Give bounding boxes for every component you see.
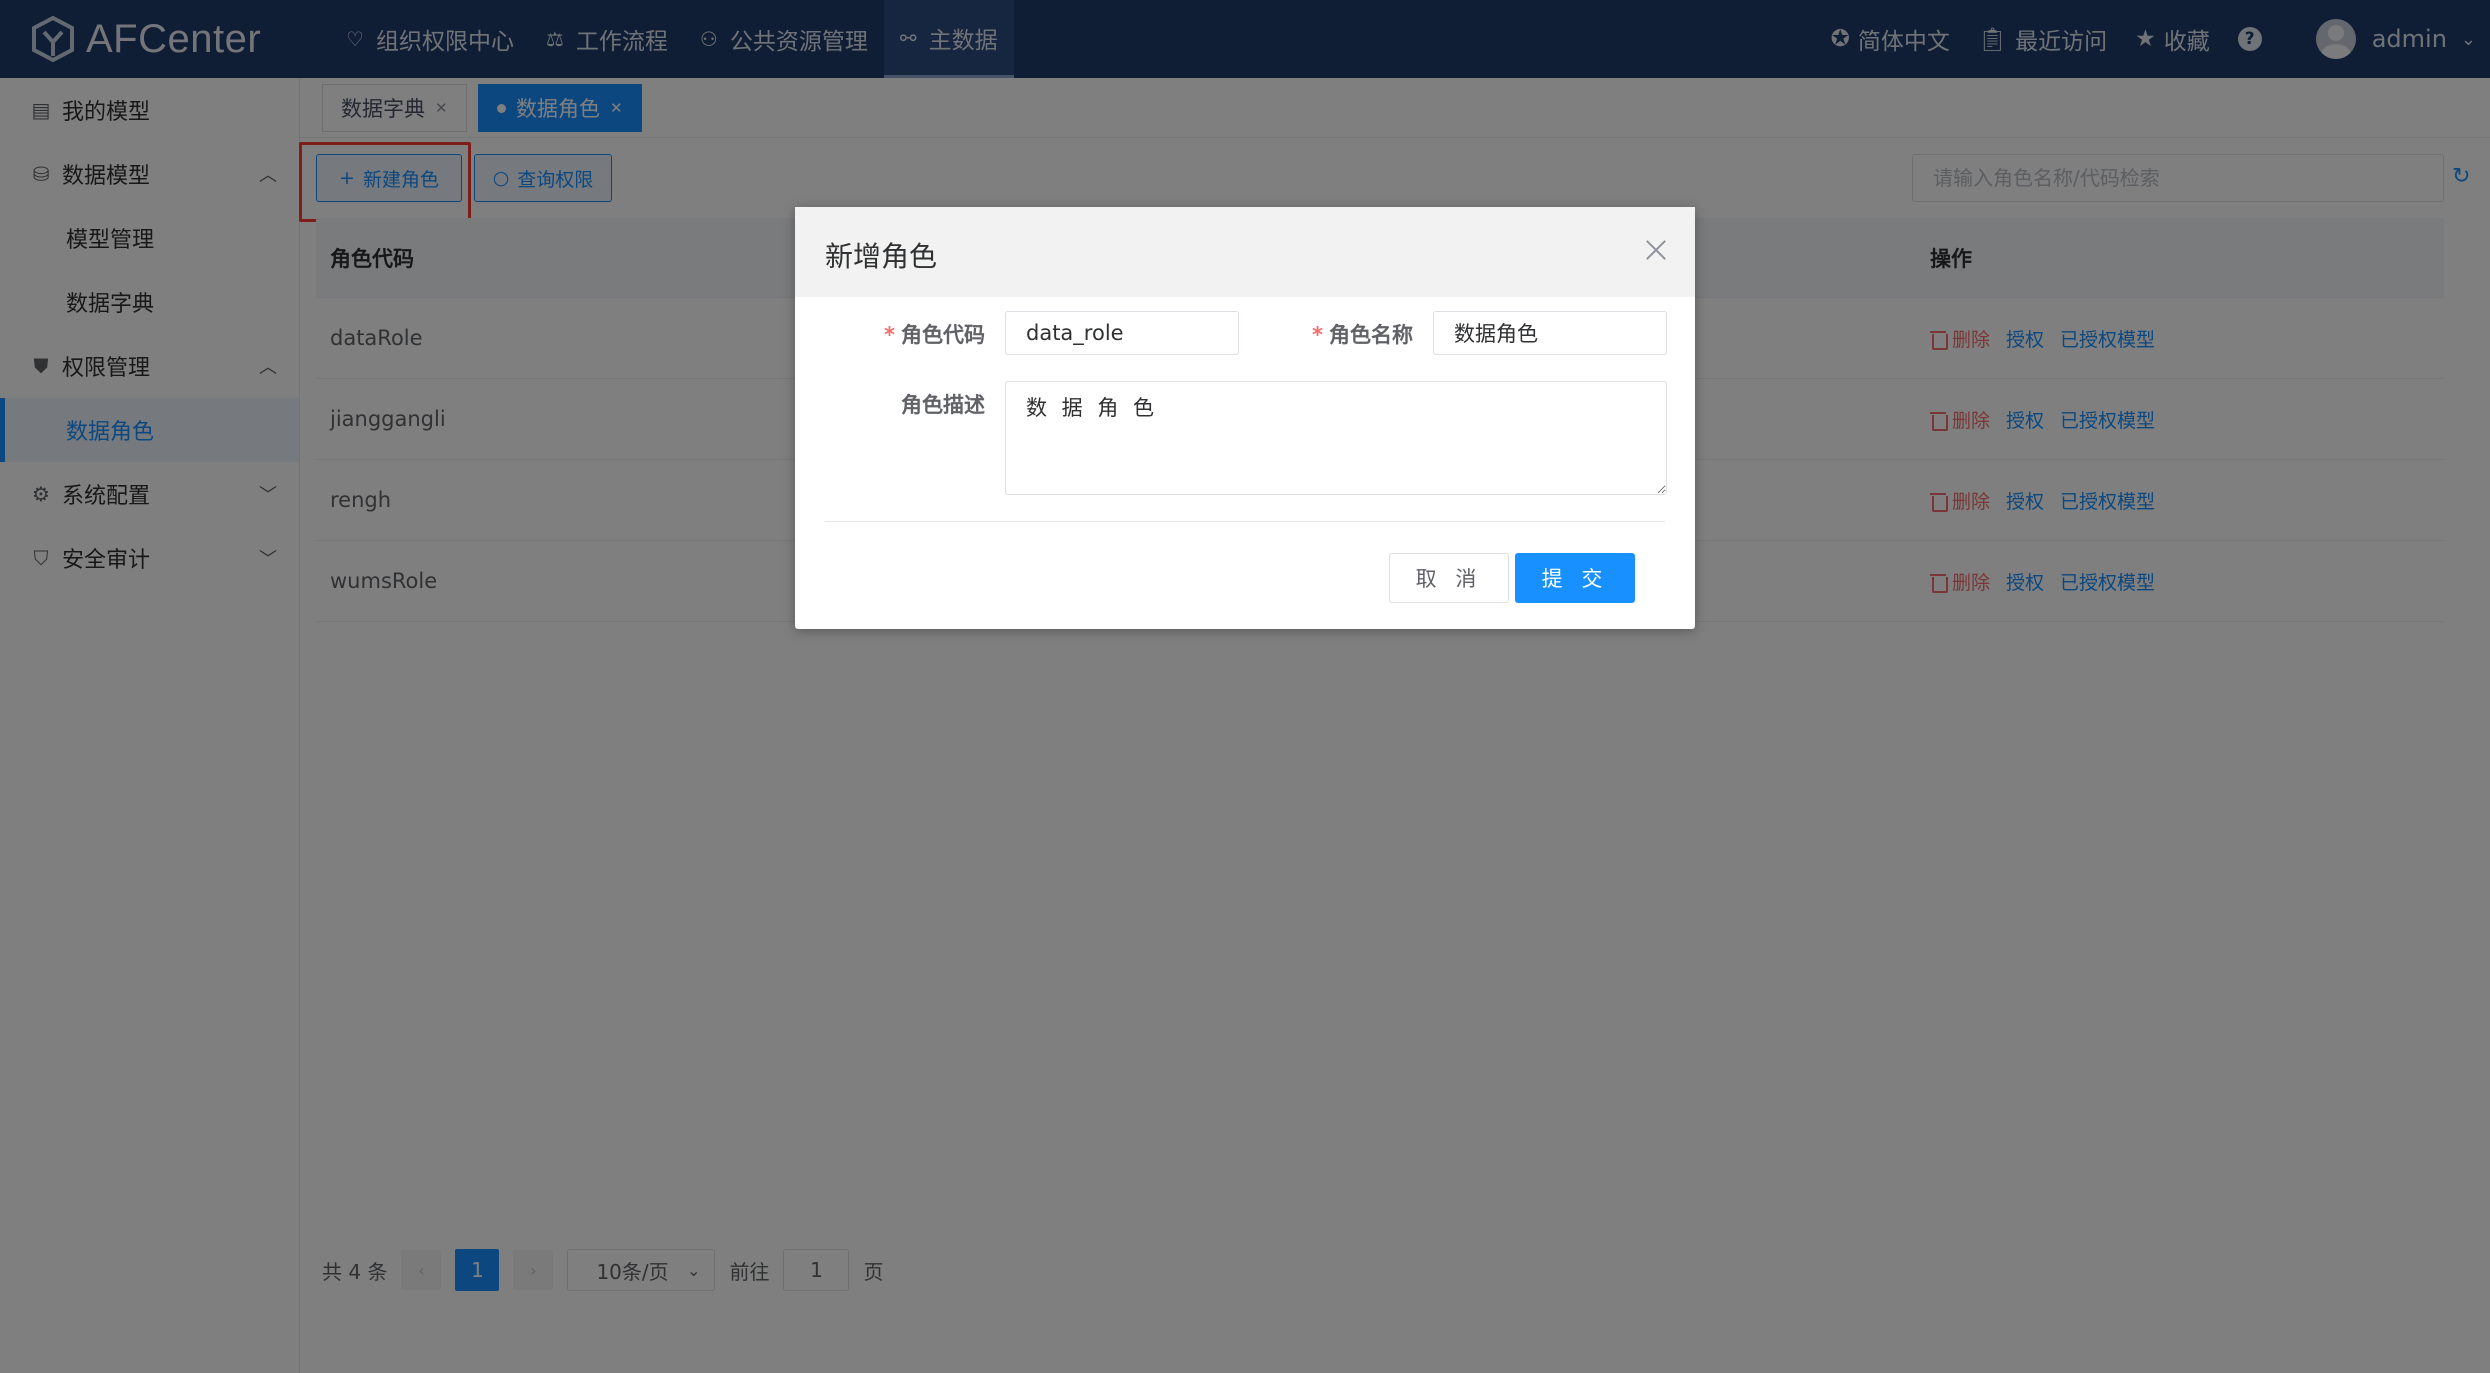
dialog-header: 新增角色 [795, 207, 1695, 297]
modal-overlay[interactable] [0, 0, 2490, 1373]
required-mark: * [884, 323, 895, 347]
close-icon[interactable] [1641, 235, 1671, 265]
submit-button[interactable]: 提 交 [1515, 553, 1635, 603]
role-code-label: * 角色代码 [845, 319, 985, 349]
role-desc-label: 角色描述 [901, 393, 985, 417]
role-name-label: * 角色名称 [1273, 319, 1413, 349]
role-name-label-text: 角色名称 [1329, 323, 1413, 347]
dialog-title: 新增角色 [825, 240, 938, 273]
required-mark: * [1312, 323, 1323, 347]
new-role-dialog: 新增角色 *角色代码 *角色名称 角色描述 数 据 角 色 取 消 提 交 [795, 207, 1695, 629]
dialog-divider [825, 521, 1665, 522]
role-name-input[interactable] [1433, 311, 1667, 355]
role-code-input[interactable] [1005, 311, 1239, 355]
role-code-label-text: 角色代码 [901, 323, 985, 347]
cancel-button[interactable]: 取 消 [1389, 553, 1509, 603]
role-desc-textarea[interactable]: 数 据 角 色 [1005, 381, 1667, 495]
